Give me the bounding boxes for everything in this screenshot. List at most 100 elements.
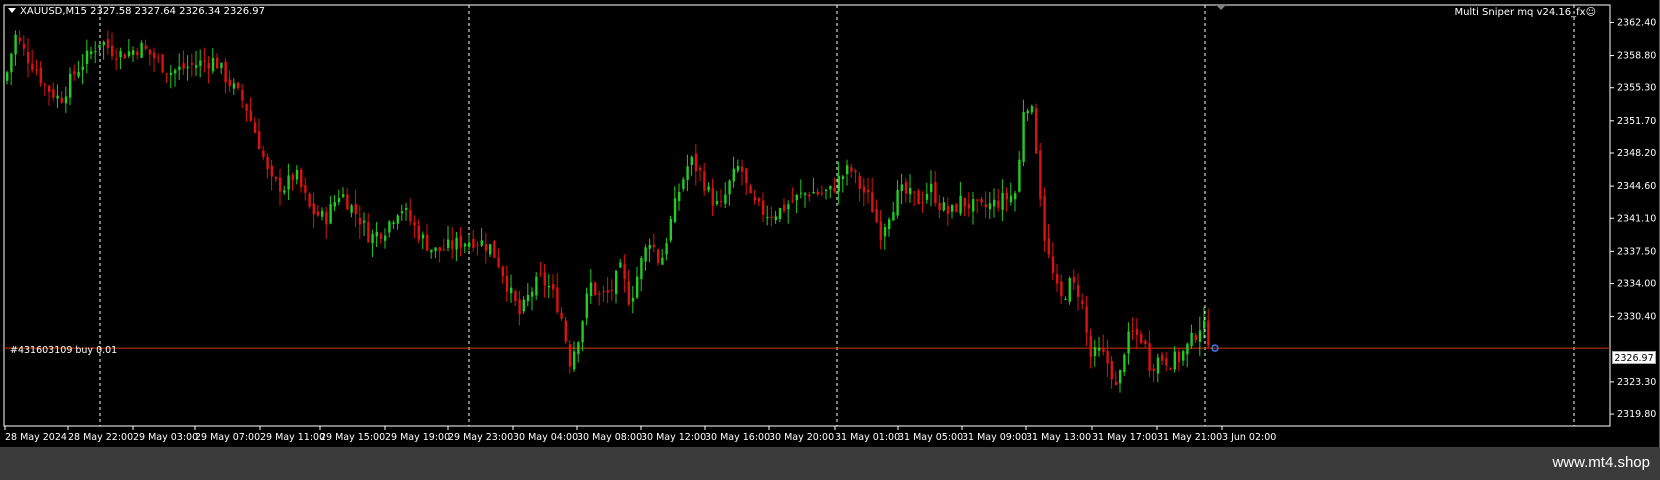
x-tick-label: 29 May 19:00	[385, 432, 450, 443]
x-tick-label: 30 May 20:00	[769, 432, 834, 443]
candle-body	[715, 201, 719, 204]
candle-body	[1152, 368, 1155, 371]
y-tick-label: 2334.00	[1617, 279, 1656, 290]
candle-body	[60, 97, 63, 103]
candle-body	[1018, 159, 1021, 192]
candle-body	[518, 299, 521, 315]
x-tick-label: 3 Jun 02:00	[1222, 432, 1276, 443]
candle-body	[463, 243, 467, 247]
candle-body	[997, 200, 1000, 208]
x-tick-label: 28 May 2024	[5, 432, 67, 443]
candle-body	[774, 216, 777, 221]
candle-body	[337, 198, 341, 202]
indicator-label: Multi Sniper mq v24.16_fx☺	[1454, 7, 1596, 18]
price-chart[interactable]: 2362.40 2358.80 2355.30 2351.70 2348.20 2344.…	[0, 0, 1660, 447]
candle-body	[77, 71, 80, 77]
candle-body	[1026, 110, 1029, 114]
x-tick-label: 29 May 11:00	[260, 432, 325, 443]
candle-body	[720, 201, 723, 203]
candle-body	[119, 50, 122, 58]
candle-body	[1064, 298, 1067, 300]
candle-body	[1014, 193, 1017, 200]
candle-body	[153, 52, 156, 59]
candle-body	[606, 290, 609, 293]
candle-body	[333, 202, 336, 207]
candle-body	[850, 167, 853, 172]
candle-body	[354, 204, 357, 215]
candle-body	[417, 225, 420, 240]
candle-body	[190, 63, 194, 65]
candle-body	[182, 63, 185, 69]
candle-body	[703, 171, 706, 191]
candle-body	[253, 122, 257, 133]
candle-body	[1165, 358, 1168, 366]
candle-body	[157, 57, 160, 59]
candle-body	[237, 82, 240, 89]
candle-body	[505, 275, 509, 292]
candle-body	[694, 153, 698, 172]
candle-body	[804, 193, 807, 195]
x-tick-label: 30 May 16:00	[705, 432, 770, 443]
candle-body	[1085, 306, 1088, 333]
candle-body	[1009, 195, 1013, 203]
candle-body	[749, 185, 752, 194]
candle-body	[820, 193, 824, 195]
candle-body	[732, 168, 735, 182]
candle-body	[316, 211, 320, 216]
candle-body	[711, 188, 714, 206]
candle-body	[178, 66, 181, 71]
candle-body	[980, 198, 983, 203]
candle-body	[736, 166, 740, 171]
candle-body	[409, 209, 412, 222]
candle-body	[1131, 330, 1134, 332]
candle-body	[1093, 347, 1097, 357]
candle-body	[421, 234, 425, 239]
candle-body	[673, 198, 677, 223]
y-tick-label: 2341.10	[1617, 213, 1656, 224]
candle-body	[938, 202, 941, 211]
candle-body	[258, 131, 261, 150]
candle-body	[1148, 343, 1151, 372]
x-tick-label: 31 May 13:00	[1026, 432, 1091, 443]
candle-body	[245, 104, 248, 111]
candle-body	[73, 71, 76, 75]
candle-body	[531, 291, 534, 297]
candle-body	[350, 205, 353, 213]
candle-body	[274, 177, 278, 180]
candle-body	[501, 266, 504, 277]
symbol-header: XAUUSD,M15 2327.58 2327.64 2326.34 2326.…	[8, 6, 265, 17]
y-tick-label: 2355.30	[1617, 83, 1656, 94]
candle-body	[396, 215, 399, 224]
candle-body	[888, 219, 891, 230]
candle-body	[199, 60, 202, 66]
chart-window[interactable]: 2362.40 2358.80 2355.30 2351.70 2348.20 2344.…	[0, 0, 1660, 447]
candle-body	[875, 209, 878, 223]
candle-body	[841, 176, 845, 180]
candle-body	[1161, 354, 1164, 361]
dropdown-triangle-icon[interactable]	[8, 8, 16, 13]
candle-body	[279, 177, 282, 192]
candle-body	[140, 42, 143, 58]
candle-body	[1207, 320, 1210, 346]
y-tick-label: 2348.20	[1617, 148, 1656, 159]
candle-body	[249, 110, 252, 121]
candle-body	[400, 211, 404, 214]
candle-body	[169, 72, 173, 76]
candle-body	[85, 50, 89, 64]
candle-body	[833, 187, 836, 192]
candle-body	[283, 190, 286, 193]
candle-body	[329, 204, 332, 224]
candle-body	[778, 208, 782, 220]
candle-body	[434, 247, 437, 251]
candle-body	[846, 165, 849, 175]
candle-body	[1186, 343, 1189, 355]
x-tick-label: 30 May 08:00	[577, 432, 642, 443]
candle-body	[1144, 340, 1147, 345]
candle-body	[585, 293, 588, 318]
candle-body	[631, 297, 635, 302]
candle-body	[921, 202, 924, 204]
candle-body	[375, 231, 378, 237]
candle-body	[808, 194, 811, 197]
candle-body	[484, 244, 488, 251]
candle-body	[610, 289, 614, 291]
